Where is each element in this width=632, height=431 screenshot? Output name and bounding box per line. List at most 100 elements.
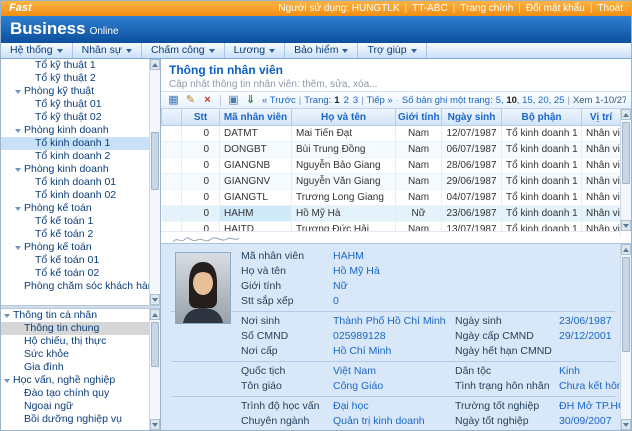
tree-item[interactable]: Tổ kế toán 02 <box>1 267 149 280</box>
tree-expand-icon[interactable] <box>15 168 21 172</box>
scroll-down-button[interactable] <box>621 220 631 231</box>
menu-item[interactable]: Trợ giúp <box>358 43 426 58</box>
top-link[interactable]: Đổi mật khẩu <box>526 3 585 14</box>
tree-item[interactable]: Tổ kế toán 01 <box>1 254 149 267</box>
table-row[interactable]: 0HAHMHồ Mỹ HàNữ23/06/1987Tổ kinh doanh 1… <box>162 206 621 222</box>
edit-icon[interactable]: ✎ <box>183 93 198 108</box>
tree-item[interactable]: Tổ kỹ thuật 02 <box>1 111 149 124</box>
menu-item[interactable]: Hệ thống <box>1 43 73 58</box>
org-tree-scrollbar[interactable] <box>149 59 160 305</box>
tree-item-label: Phòng kỹ thuật <box>24 85 94 98</box>
tree-item[interactable]: Học vấn, nghề nghiệp <box>1 374 149 387</box>
table-row[interactable]: 0DATMTMai Tiến ĐạtNam12/07/1987Tổ kinh d… <box>162 126 621 142</box>
delete-icon[interactable]: × <box>200 93 215 108</box>
tree-item[interactable]: Tổ kỹ thuật 1 <box>1 59 149 72</box>
top-link[interactable]: Thoát <box>597 3 623 14</box>
tree-item[interactable]: Đào tạo chính quy <box>1 387 149 400</box>
scrollbar-track[interactable] <box>621 255 631 419</box>
tree-expand-icon[interactable] <box>15 207 21 211</box>
tree-item[interactable]: Phòng chăm sóc khách hàng <box>1 280 149 293</box>
tree-item[interactable]: Phòng kế toán <box>1 202 149 215</box>
tree-item[interactable]: Phòng kinh doanh <box>1 163 149 176</box>
page-size-option[interactable]: 20 <box>538 95 549 106</box>
cell <box>162 174 182 190</box>
column-header[interactable]: Ngày sinh <box>442 109 502 126</box>
tree-item[interactable]: Bồi dưỡng nghiệp vụ <box>1 413 149 426</box>
top-link[interactable]: TT-ABC <box>412 3 448 14</box>
tree-item[interactable]: Gia đình <box>1 361 149 374</box>
column-header[interactable]: Họ và tên <box>292 109 396 126</box>
scroll-down-button[interactable] <box>621 419 631 430</box>
tree-item[interactable]: Hộ chiếu, thị thực <box>1 335 149 348</box>
page-size-option[interactable]: 10 <box>506 95 517 106</box>
tree-item[interactable]: Tổ kế toán 2 <box>1 228 149 241</box>
table-row[interactable]: 0GIANGNVNguyễn Văn GiangNam29/06/1987Tổ … <box>162 174 621 190</box>
tree-item[interactable]: Phòng kỹ thuật <box>1 85 149 98</box>
page-size-option[interactable]: 25 <box>554 95 565 106</box>
scroll-up-button[interactable] <box>150 59 160 70</box>
scrollbar-thumb[interactable] <box>151 322 159 367</box>
tree-expand-icon[interactable] <box>15 129 21 133</box>
menu-item[interactable]: Bảo hiểm <box>285 43 358 58</box>
scroll-up-button[interactable] <box>621 109 631 120</box>
scroll-up-button[interactable] <box>621 244 631 255</box>
tree-item[interactable]: Tổ kỹ thuật 01 <box>1 98 149 111</box>
tree-item[interactable]: Tổ kế toán 1 <box>1 215 149 228</box>
menu-item[interactable]: Lương <box>225 43 285 58</box>
tree-item[interactable]: Phòng kinh doanh <box>1 124 149 137</box>
tree-item[interactable]: Tổ kinh doanh 1 <box>1 137 149 150</box>
arrow-up-icon <box>152 63 158 67</box>
tree-item[interactable]: Ngoại ngữ <box>1 400 149 413</box>
column-header[interactable]: Mã nhân viên <box>220 109 292 126</box>
pager-page[interactable]: 2 <box>344 95 349 106</box>
column-header[interactable]: Bộ phận <box>502 109 582 126</box>
scrollbar-track[interactable] <box>150 70 160 294</box>
tree-expand-icon[interactable] <box>15 90 21 94</box>
scrollbar-track[interactable] <box>621 120 631 220</box>
grid-icon[interactable]: ▦ <box>166 93 181 108</box>
export-down-icon[interactable]: ⇓ <box>243 93 258 108</box>
pager-page[interactable]: 1 <box>334 95 339 106</box>
table-row[interactable]: 0DONGBTBùi Trung ĐồngNam06/07/1987Tổ kin… <box>162 142 621 158</box>
pager-next[interactable]: Tiếp » <box>367 95 393 106</box>
scroll-down-button[interactable] <box>150 294 160 305</box>
table-row[interactable]: 0GIANGNBNguyễn Bảo GiangNam28/06/1987Tổ … <box>162 158 621 174</box>
tree-item[interactable]: Phòng kế toán <box>1 241 149 254</box>
detail-row: Quốc tịchViệt NamDân tộcKinh <box>241 364 617 379</box>
table-row[interactable]: 0GIANGTLTrương Long GiangNam04/07/1987Tổ… <box>162 190 621 206</box>
tree-expand-icon[interactable] <box>4 379 10 383</box>
tree-item[interactable]: Tổ kỹ thuật 2 <box>1 72 149 85</box>
detail-scrollbar[interactable] <box>620 244 631 430</box>
page-size-option[interactable]: 15 <box>522 95 533 106</box>
cell: Tổ kinh doanh 1 <box>502 190 582 206</box>
scroll-up-button[interactable] <box>150 309 160 320</box>
cell: Trương Long Giang <box>292 190 396 206</box>
menu-item[interactable]: Nhân sự <box>73 43 142 58</box>
column-header[interactable]: Giới tính <box>396 109 442 126</box>
scrollbar-thumb[interactable] <box>622 122 630 184</box>
tree-item[interactable]: Thông tin chung <box>1 322 149 335</box>
scrollbar-thumb[interactable] <box>622 257 630 352</box>
tree-expand-icon[interactable] <box>4 314 10 318</box>
tree-item[interactable]: Tổ kinh doanh 01 <box>1 176 149 189</box>
tree-item[interactable]: Tổ kinh doanh 2 <box>1 150 149 163</box>
scrollbar-track[interactable] <box>150 320 160 419</box>
tree-item[interactable]: Tổ kinh doanh 02 <box>1 189 149 202</box>
column-header[interactable] <box>162 109 182 126</box>
scroll-down-button[interactable] <box>150 419 160 430</box>
column-header[interactable]: Stt <box>182 109 220 126</box>
table-scrollbar[interactable] <box>620 109 631 231</box>
menu-item[interactable]: Chấm công <box>142 43 225 58</box>
copy-icon[interactable]: ▣ <box>226 93 241 108</box>
pager-page[interactable]: 3 <box>353 95 358 106</box>
personal-tree-scrollbar[interactable] <box>149 309 160 430</box>
tree-item[interactable]: Sức khỏe <box>1 348 149 361</box>
top-link[interactable]: Trang chính <box>460 3 513 14</box>
separator-dot: · <box>396 95 399 106</box>
arrow-down-icon <box>152 423 158 427</box>
tree-item[interactable]: Thông tin cá nhân <box>1 309 149 322</box>
tree-expand-icon[interactable] <box>15 246 21 250</box>
pager-prev[interactable]: « Trước <box>262 95 296 106</box>
column-header[interactable]: Vị trí <box>582 109 621 126</box>
scrollbar-thumb[interactable] <box>151 132 159 190</box>
